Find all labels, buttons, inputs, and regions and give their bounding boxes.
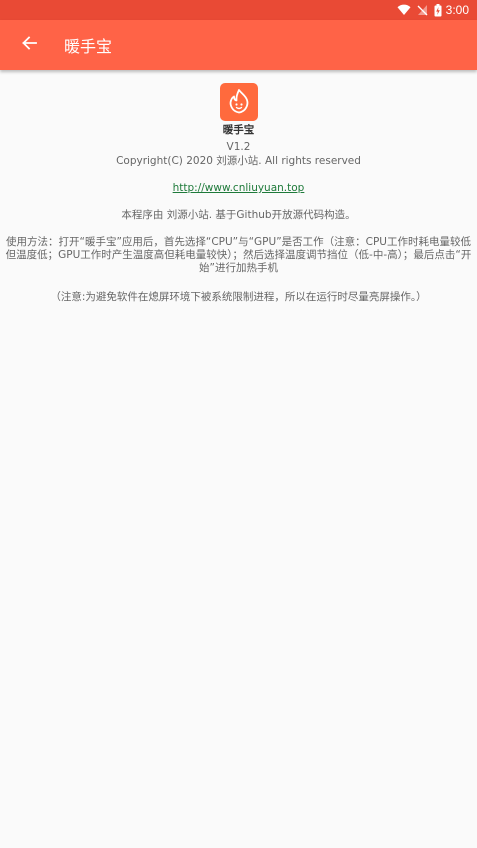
usage-instructions: 使用方法：打开“暖手宝”应用后，首先选择“CPU”与“GPU”是否工作（注意：C… xyxy=(5,236,472,274)
battery-charging-icon xyxy=(434,3,442,17)
note-text: （注意:为避免软件在熄屏环境下被系统限制进程，所以在运行时尽量亮屏操作。） xyxy=(50,291,427,303)
flame-face-icon xyxy=(224,87,254,117)
status-bar: 3:00 xyxy=(0,0,477,20)
status-time: 3:00 xyxy=(445,3,469,17)
website-link[interactable]: http://www.cnliuyuan.top xyxy=(173,181,305,195)
app-version: V1.2 xyxy=(226,141,251,153)
description-text: 本程序由 刘源小站. 基于Github开放源代码构造。 xyxy=(121,209,356,221)
about-content: 暖手宝 V1.2 Copyright(C) 2020 刘源小站. All rig… xyxy=(0,72,477,304)
arrow-back-icon xyxy=(21,35,37,55)
wifi-icon xyxy=(397,4,411,16)
app-bar: 暖手宝 xyxy=(0,20,477,70)
app-logo xyxy=(219,83,258,121)
status-icons xyxy=(397,3,442,17)
app-name: 暖手宝 xyxy=(222,124,255,136)
copyright-text: Copyright(C) 2020 刘源小站. All rights reser… xyxy=(116,155,361,167)
page-title: 暖手宝 xyxy=(64,37,113,56)
no-signal-icon xyxy=(417,4,428,16)
back-button[interactable] xyxy=(17,33,41,57)
